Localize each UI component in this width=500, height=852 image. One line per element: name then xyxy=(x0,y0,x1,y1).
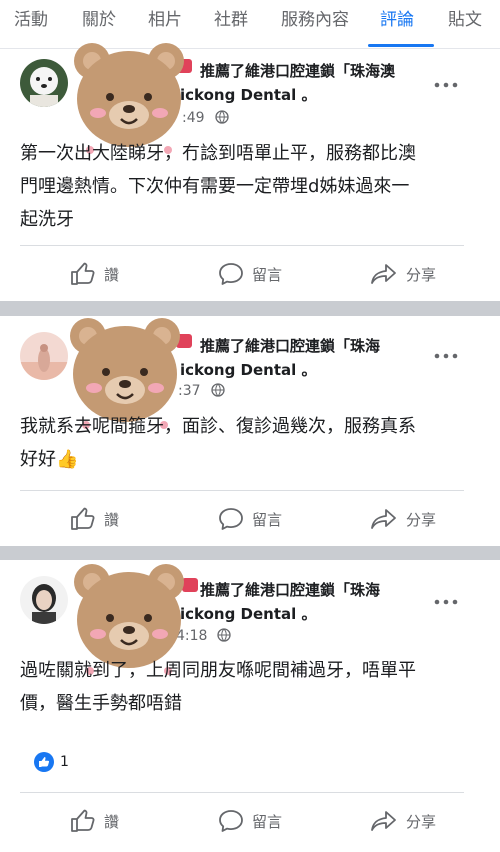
like-reaction-icon xyxy=(34,752,54,772)
comment-label: 留言 xyxy=(252,812,283,831)
share-label: 分享 xyxy=(406,510,437,529)
avatar[interactable] xyxy=(20,332,68,380)
header-recommend-text[interactable]: 推薦了維港口腔連鎖「珠海澳 xyxy=(180,59,395,83)
review-text: 我就系去呢間箍牙，面診、復診過幾次，服務真系 好好👍 xyxy=(20,416,416,470)
review-card: 推薦了維港口腔連鎖「珠海澳 ickong Dental 。 :49 第一次出大陸… xyxy=(0,43,500,301)
post-header: 推薦了維港口腔連鎖「珠海 ickong Dental 。 xyxy=(180,578,380,626)
share-label: 分享 xyxy=(406,812,437,831)
like-label: 讚 xyxy=(104,812,120,831)
like-button[interactable]: 讚 xyxy=(70,259,119,289)
comment-button[interactable]: 留言 xyxy=(218,504,282,534)
post-time: :49 xyxy=(182,110,229,126)
tab-posts[interactable]: 貼文 xyxy=(448,0,482,48)
tab-reviews[interactable]: 評論 xyxy=(380,0,414,48)
more-dots-icon[interactable] xyxy=(432,346,460,366)
thumbs-up-icon xyxy=(71,507,95,530)
globe-icon xyxy=(217,628,232,642)
comment-label: 留言 xyxy=(252,510,283,529)
comment-label: 留言 xyxy=(252,265,283,284)
share-arrow-icon xyxy=(371,264,396,284)
share-label: 分享 xyxy=(406,265,437,284)
tab-services[interactable]: 服務內容 xyxy=(281,0,349,48)
share-button[interactable]: 分享 xyxy=(370,504,436,534)
like-label: 讚 xyxy=(104,265,120,284)
header-page-name[interactable]: ickong Dental 。 xyxy=(180,358,380,382)
comment-button[interactable]: 留言 xyxy=(218,806,282,836)
comment-bubble-icon xyxy=(219,508,243,530)
thumbs-up-icon xyxy=(71,809,95,832)
like-button[interactable]: 讚 xyxy=(70,504,119,534)
comment-bubble-icon xyxy=(219,810,243,832)
share-arrow-icon xyxy=(371,811,396,831)
header-page-name[interactable]: ickong Dental 。 xyxy=(180,602,380,626)
review-text: 第一次出大陸睇牙，冇諗到唔單止平，服務都比澳 門哩邊熱情。下次仲有需要一定帶埋d… xyxy=(20,143,416,230)
divider xyxy=(20,245,464,246)
thumbs-up-icon xyxy=(71,262,95,285)
like-button[interactable]: 讚 xyxy=(70,806,119,836)
more-dots-icon[interactable] xyxy=(432,592,460,612)
header-page-name[interactable]: ickong Dental 。 xyxy=(180,83,395,107)
tab-community[interactable]: 社群 xyxy=(214,0,248,48)
divider xyxy=(20,490,464,491)
avatar[interactable] xyxy=(20,576,68,624)
reaction-count: 1 xyxy=(60,754,69,770)
review-card: 推薦了維港口腔連鎖「珠海 ickong Dental 。 :37 我就系去呢間箍… xyxy=(0,316,500,546)
active-tab-indicator xyxy=(368,44,434,47)
post-header: 推薦了維港口腔連鎖「珠海 ickong Dental 。 xyxy=(180,334,380,382)
header-recommend-text[interactable]: 推薦了維港口腔連鎖「珠海 xyxy=(180,334,380,358)
review-card: 推薦了維港口腔連鎖「珠海 ickong Dental 。 4:18 過咗關就到了… xyxy=(0,560,500,852)
share-arrow-icon xyxy=(371,509,396,529)
like-label: 讚 xyxy=(104,510,120,529)
divider xyxy=(20,792,464,793)
more-dots-icon[interactable] xyxy=(432,75,460,95)
share-button[interactable]: 分享 xyxy=(370,259,436,289)
review-text: 過咗關就到了，上周同朋友喺呢間補過牙，唔單平 價，醫生手勢都唔錯 xyxy=(20,660,416,714)
share-button[interactable]: 分享 xyxy=(370,806,436,836)
comment-button[interactable]: 留言 xyxy=(218,259,282,289)
comment-bubble-icon xyxy=(219,263,243,285)
globe-icon xyxy=(210,383,225,397)
tab-events[interactable]: 活動 xyxy=(14,0,48,48)
post-header: 推薦了維港口腔連鎖「珠海澳 ickong Dental 。 xyxy=(180,59,395,107)
reaction-summary[interactable]: 1 xyxy=(34,752,69,772)
avatar[interactable] xyxy=(20,59,68,107)
post-time: :37 xyxy=(178,383,225,399)
globe-icon xyxy=(214,110,229,124)
header-recommend-text[interactable]: 推薦了維港口腔連鎖「珠海 xyxy=(180,578,380,602)
